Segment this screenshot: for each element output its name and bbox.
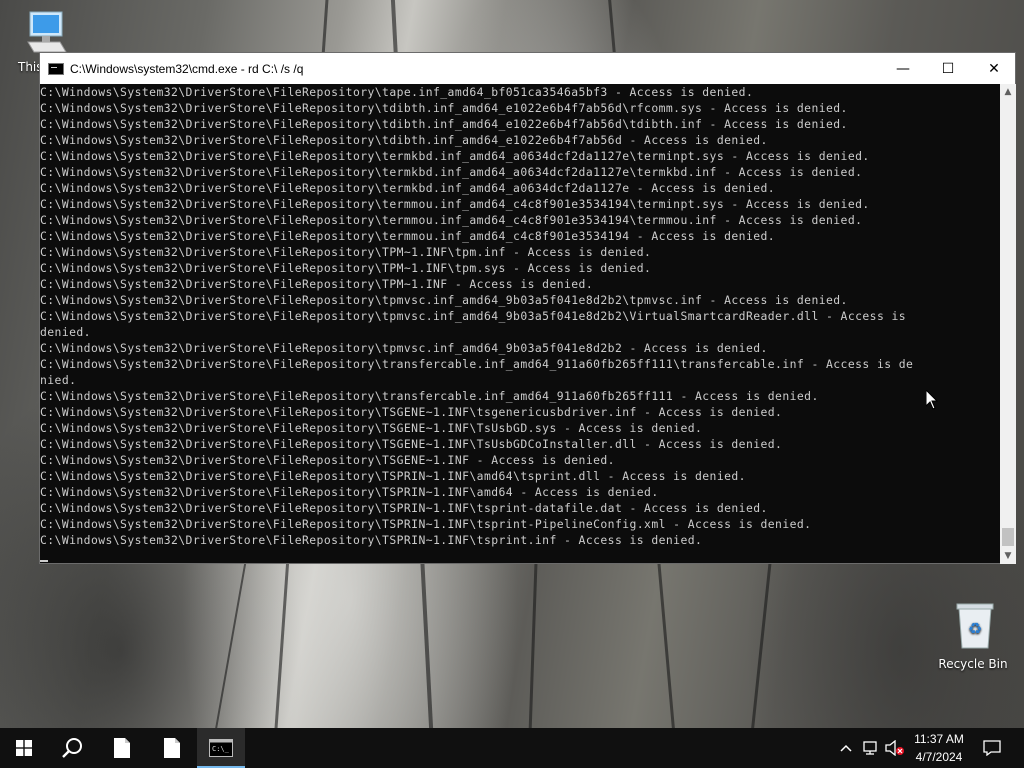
notification-icon bbox=[983, 740, 1001, 756]
console-output[interactable]: C:\Windows\System32\DriverStore\FileRepo… bbox=[40, 84, 1000, 564]
console-line: C:\Windows\System32\DriverStore\FileRepo… bbox=[40, 261, 652, 275]
network-icon bbox=[863, 741, 877, 755]
console-line: C:\Windows\System32\DriverStore\FileRepo… bbox=[40, 357, 914, 371]
console-line: C:\Windows\System32\DriverStore\FileRepo… bbox=[40, 421, 703, 435]
maximize-button[interactable]: ☐ bbox=[925, 53, 971, 84]
taskbar-cmd-button[interactable]: C:\_ bbox=[197, 728, 245, 768]
command-prompt-icon: C:\_ bbox=[209, 739, 233, 757]
network-tray-button[interactable] bbox=[860, 728, 882, 768]
minimize-button[interactable]: — bbox=[880, 53, 926, 84]
svg-text:♻: ♻ bbox=[968, 619, 982, 638]
console-line: C:\Windows\System32\DriverStore\FileRepo… bbox=[40, 101, 848, 115]
window-title: C:\Windows\system32\cmd.exe - rd C:\ /s … bbox=[70, 61, 304, 76]
mouse-pointer-icon bbox=[926, 390, 938, 410]
recycle-bin-desktop-icon[interactable]: ♻ Recycle Bin bbox=[938, 600, 1010, 671]
console-line: C:\Windows\System32\DriverStore\FileRepo… bbox=[40, 245, 652, 259]
taskbar: C:\_ 11:37 AM 4/7/2024 bbox=[0, 728, 1024, 768]
scroll-thumb[interactable] bbox=[1002, 528, 1014, 546]
console-line: C:\Windows\System32\DriverStore\FileRepo… bbox=[40, 277, 594, 291]
console-line: C:\Windows\System32\DriverStore\FileRepo… bbox=[40, 85, 754, 99]
console-line: C:\Windows\System32\DriverStore\FileRepo… bbox=[40, 453, 615, 467]
console-line: C:\Windows\System32\DriverStore\FileRepo… bbox=[40, 149, 870, 163]
clock-date: 4/7/2024 bbox=[915, 750, 963, 764]
console-cursor bbox=[40, 560, 48, 562]
svg-text:C:\_: C:\_ bbox=[212, 745, 230, 753]
taskbar-file-button-2[interactable] bbox=[148, 728, 196, 768]
console-line: C:\Windows\System32\DriverStore\FileRepo… bbox=[40, 405, 783, 419]
clock-time: 11:37 AM bbox=[914, 732, 964, 746]
window-titlebar[interactable]: C:\Windows\system32\cmd.exe - rd C:\ /s … bbox=[40, 53, 1015, 84]
console-line: C:\Windows\System32\DriverStore\FileRepo… bbox=[40, 485, 659, 499]
console-line: C:\Windows\System32\DriverStore\FileRepo… bbox=[40, 133, 768, 147]
scroll-up-arrow-icon[interactable]: ▲ bbox=[1000, 84, 1016, 100]
console-line: C:\Windows\System32\DriverStore\FileRepo… bbox=[40, 341, 768, 355]
console-line: C:\Windows\System32\DriverStore\FileRepo… bbox=[40, 389, 819, 403]
console-line: denied. bbox=[40, 325, 91, 339]
close-button[interactable]: ✕ bbox=[971, 53, 1017, 84]
console-line: C:\Windows\System32\DriverStore\FileRepo… bbox=[40, 165, 863, 179]
action-center-button[interactable] bbox=[982, 728, 1002, 768]
document-icon bbox=[114, 738, 130, 758]
cmd-window[interactable]: C:\Windows\system32\cmd.exe - rd C:\ /s … bbox=[39, 52, 1016, 564]
windows-logo-icon bbox=[16, 740, 32, 756]
taskbar-file-button-1[interactable] bbox=[98, 728, 146, 768]
console-line: C:\Windows\System32\DriverStore\FileRepo… bbox=[40, 517, 812, 531]
console-line: C:\Windows\System32\DriverStore\FileRepo… bbox=[40, 229, 776, 243]
console-line: C:\Windows\System32\DriverStore\FileRepo… bbox=[40, 469, 746, 483]
console-line: C:\Windows\System32\DriverStore\FileRepo… bbox=[40, 197, 870, 211]
console-line: C:\Windows\System32\DriverStore\FileRepo… bbox=[40, 181, 776, 195]
console-line: C:\Windows\System32\DriverStore\FileRepo… bbox=[40, 213, 863, 227]
console-line: C:\Windows\System32\DriverStore\FileRepo… bbox=[40, 309, 907, 323]
console-line: C:\Windows\System32\DriverStore\FileRepo… bbox=[40, 533, 703, 547]
document-icon bbox=[164, 738, 180, 758]
start-button[interactable] bbox=[0, 728, 48, 768]
console-line: C:\Windows\System32\DriverStore\FileRepo… bbox=[40, 501, 768, 515]
volume-muted-icon bbox=[885, 740, 904, 756]
recycle-bin-icon: ♻ bbox=[956, 603, 994, 649]
recycle-bin-label: Recycle Bin bbox=[938, 657, 1008, 671]
volume-tray-button[interactable] bbox=[884, 728, 906, 768]
scroll-down-arrow-icon[interactable]: ▼ bbox=[1000, 548, 1016, 564]
search-icon bbox=[62, 738, 82, 758]
console-line: C:\Windows\System32\DriverStore\FileRepo… bbox=[40, 117, 848, 131]
taskbar-clock[interactable]: 11:37 AM 4/7/2024 bbox=[905, 730, 973, 766]
console-line: C:\Windows\System32\DriverStore\FileRepo… bbox=[40, 293, 848, 307]
console-line: C:\Windows\System32\DriverStore\FileRepo… bbox=[40, 437, 783, 451]
vertical-scrollbar[interactable]: ▲ ▼ bbox=[1000, 84, 1016, 564]
chevron-up-icon bbox=[840, 744, 852, 752]
cmd-app-icon bbox=[48, 62, 64, 75]
search-button[interactable] bbox=[48, 728, 96, 768]
console-line: nied. bbox=[40, 373, 77, 387]
show-hidden-icons-button[interactable] bbox=[836, 728, 856, 768]
